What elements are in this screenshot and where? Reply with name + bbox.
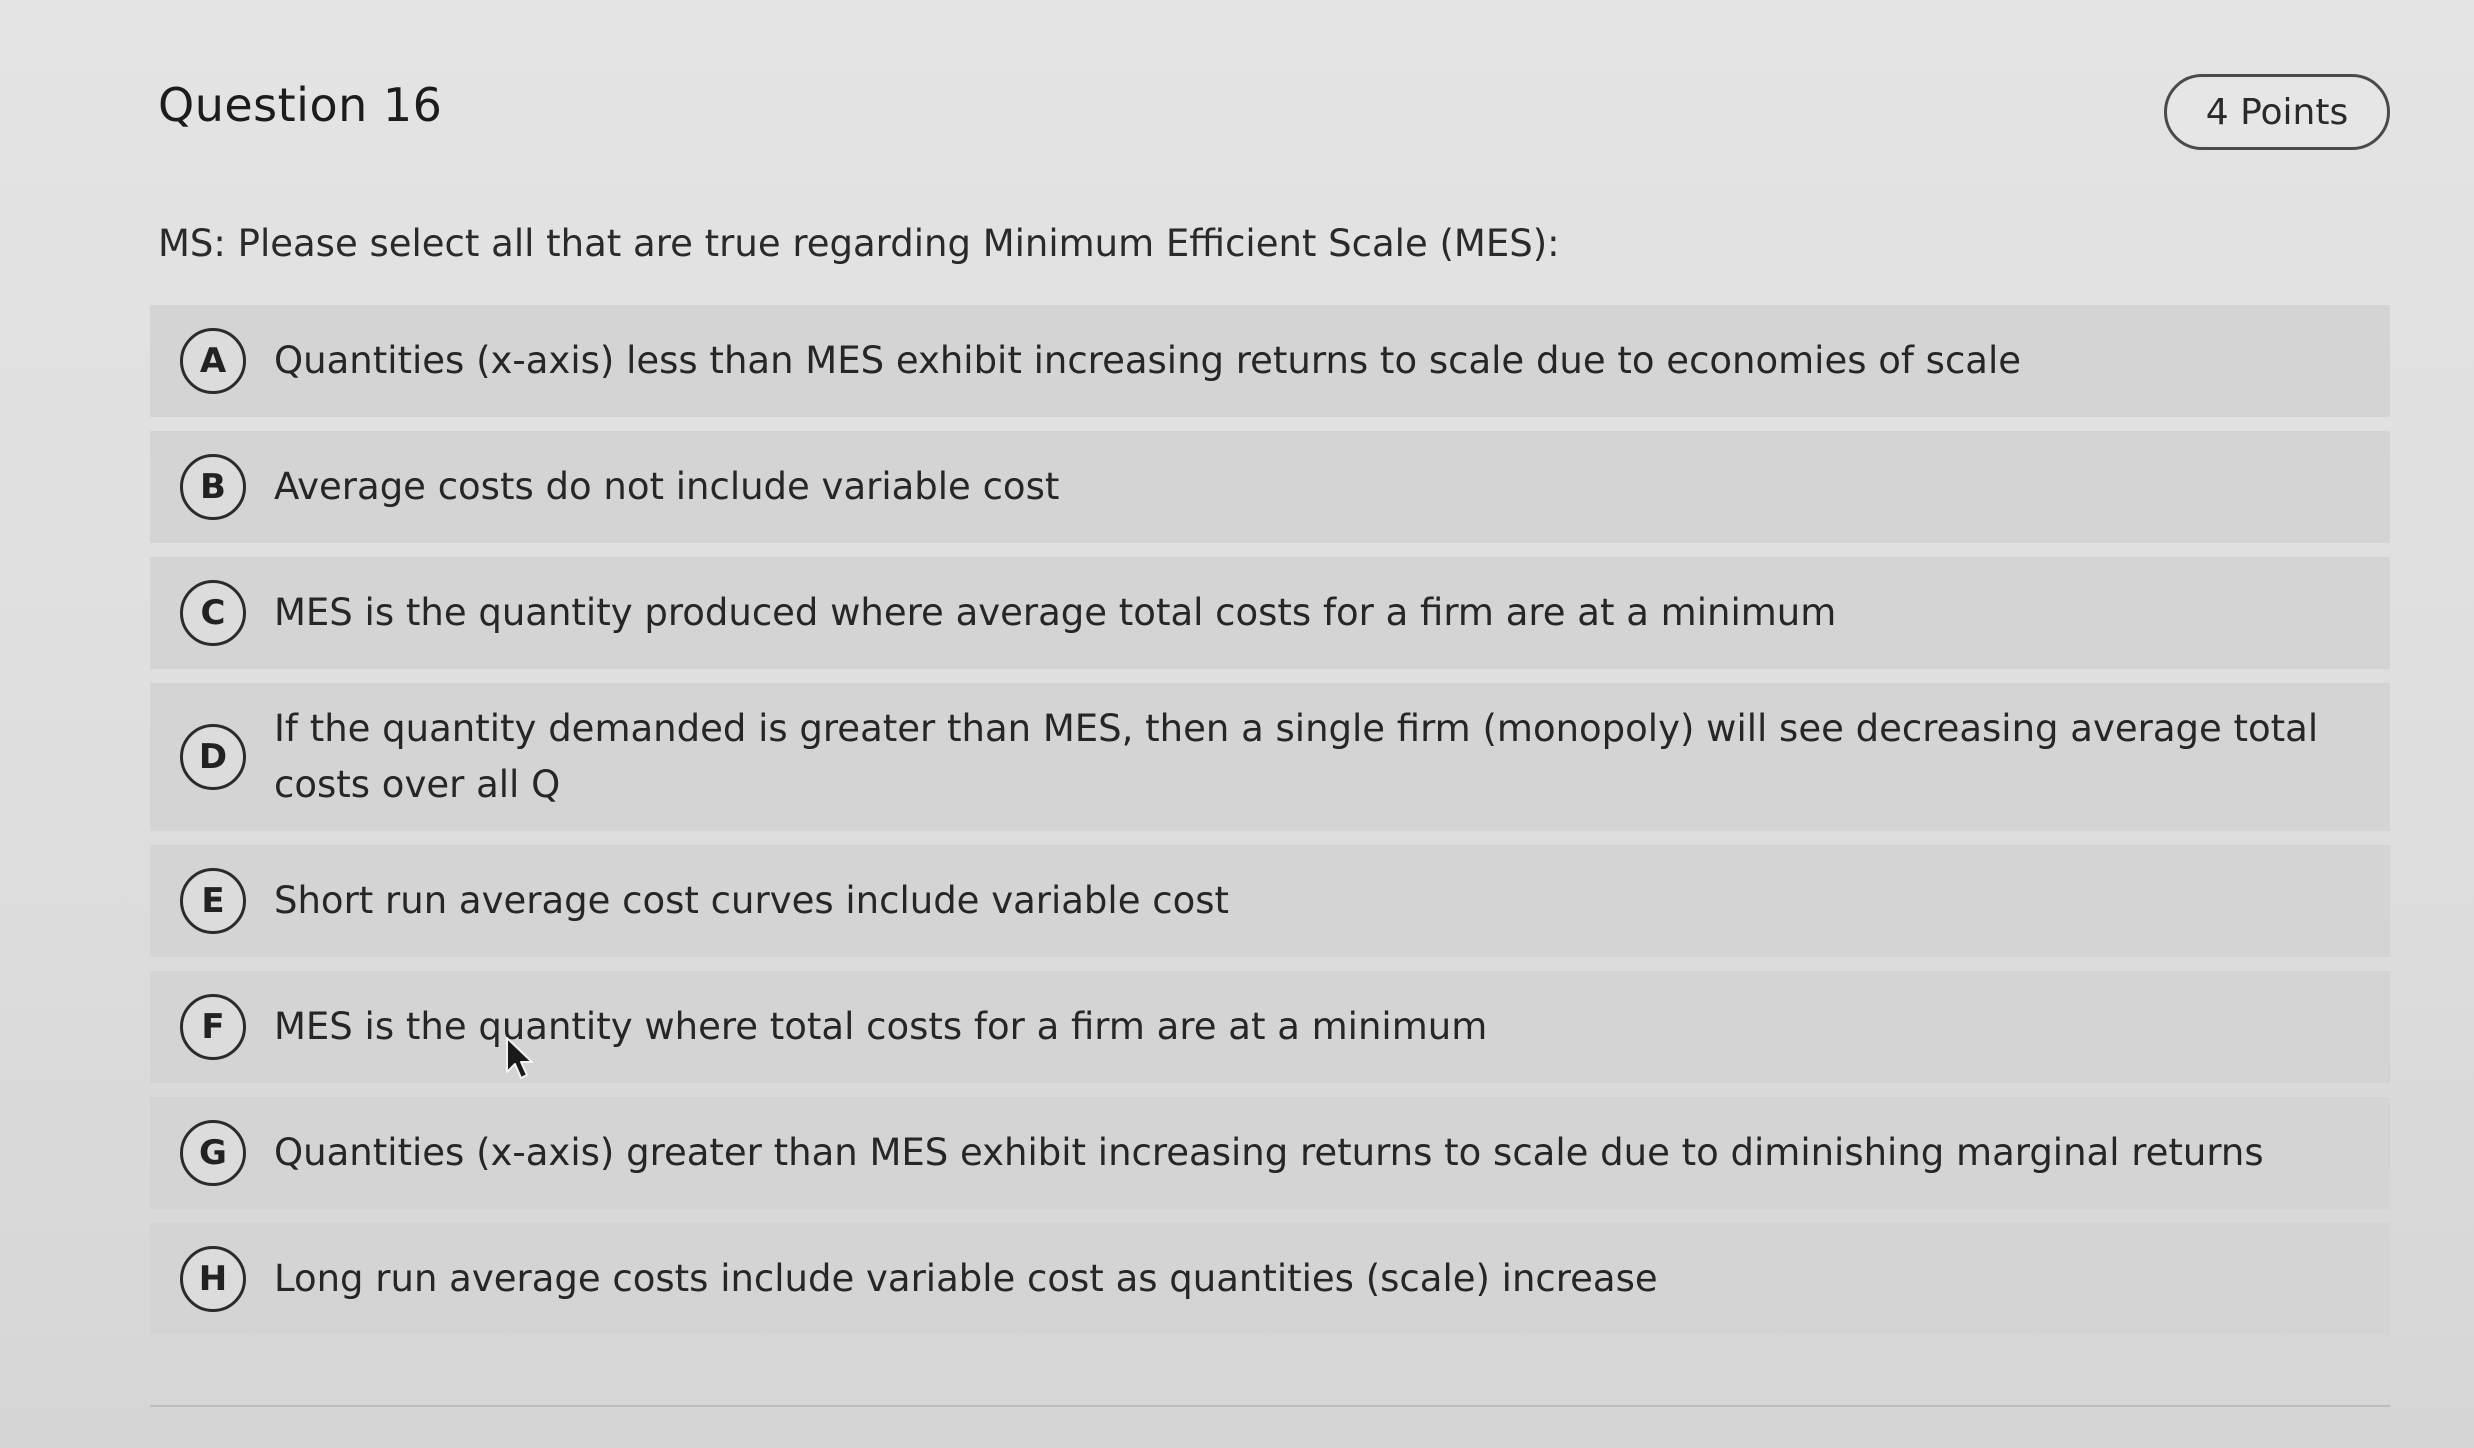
- option-c[interactable]: C MES is the quantity produced where ave…: [150, 557, 2390, 669]
- mouse-pointer-icon: [506, 1037, 533, 1079]
- question-title: Question 16: [158, 78, 443, 132]
- option-d-letter[interactable]: D: [180, 724, 246, 790]
- option-b-text: Average costs do not include variable co…: [274, 465, 1060, 508]
- option-g[interactable]: G Quantities (x-axis) greater than MES e…: [150, 1097, 2390, 1209]
- question-prompt: MS: Please select all that are true rega…: [158, 222, 1560, 265]
- option-f-text: MES is the quantity where total costs fo…: [274, 1005, 1488, 1048]
- quiz-page: Question 16 4 Points MS: Please select a…: [0, 0, 2474, 1448]
- option-f-letter[interactable]: F: [180, 994, 246, 1060]
- option-a[interactable]: A Quantities (x-axis) less than MES exhi…: [150, 305, 2390, 417]
- option-e-letter[interactable]: E: [180, 868, 246, 934]
- option-d-text: If the quantity demanded is greater than…: [274, 707, 2319, 806]
- option-a-text: Quantities (x-axis) less than MES exhibi…: [274, 339, 2022, 382]
- option-c-letter[interactable]: C: [180, 580, 246, 646]
- option-f[interactable]: F MES is the quantity where total costs …: [150, 971, 2390, 1083]
- option-h[interactable]: H Long run average costs include variabl…: [150, 1223, 2390, 1335]
- option-g-text: Quantities (x-axis) greater than MES exh…: [274, 1131, 2264, 1174]
- option-d[interactable]: D If the quantity demanded is greater th…: [150, 683, 2390, 831]
- section-divider: [150, 1405, 2390, 1407]
- option-g-letter[interactable]: G: [180, 1120, 246, 1186]
- option-h-letter[interactable]: H: [180, 1246, 246, 1312]
- option-a-letter[interactable]: A: [180, 328, 246, 394]
- option-b-letter[interactable]: B: [180, 454, 246, 520]
- option-h-text: Long run average costs include variable …: [274, 1257, 1658, 1300]
- option-b[interactable]: B Average costs do not include variable …: [150, 431, 2390, 543]
- points-badge: 4 Points: [2164, 74, 2390, 150]
- option-e[interactable]: E Short run average cost curves include …: [150, 845, 2390, 957]
- option-e-text: Short run average cost curves include va…: [274, 879, 1229, 922]
- option-c-text: MES is the quantity produced where avera…: [274, 591, 1837, 634]
- answer-options: A Quantities (x-axis) less than MES exhi…: [150, 305, 2390, 1349]
